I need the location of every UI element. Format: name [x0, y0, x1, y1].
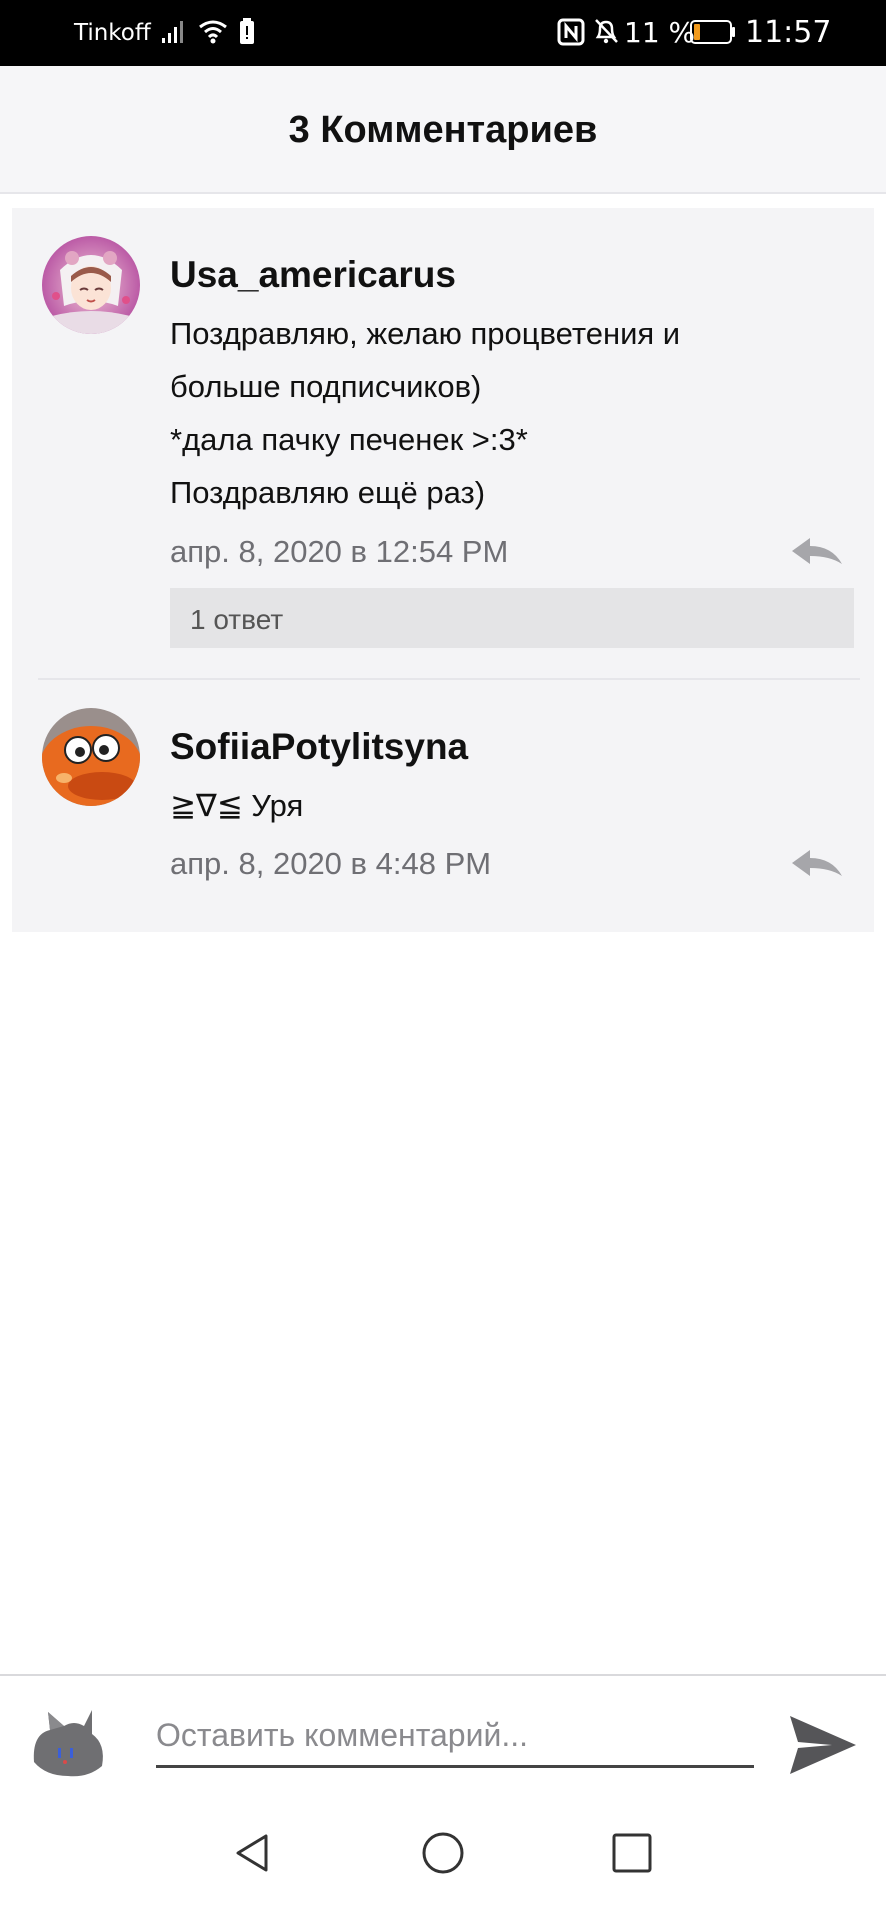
send-icon[interactable]: [786, 1710, 860, 1780]
reply-icon[interactable]: [790, 846, 844, 880]
battery-percent: 11 %: [624, 16, 696, 49]
clock: 11:57: [745, 15, 832, 50]
home-icon[interactable]: [418, 1828, 468, 1878]
comment-timestamp: апр. 8, 2020 в 12:54 PM: [170, 534, 509, 569]
recents-icon[interactable]: [607, 1828, 657, 1878]
comment-text-line: Поздравляю ещё раз): [170, 475, 486, 510]
carrier-name: Tinkoff: [74, 20, 151, 46]
avatar[interactable]: [42, 236, 140, 334]
status-bar: Tinkoff 11 % 11:57: [0, 0, 886, 66]
orange-cartoon-avatar-image: [42, 708, 140, 806]
bell-off-icon: [595, 19, 618, 44]
comment-text-line: больше подписчиков): [170, 369, 482, 404]
reply-icon[interactable]: [790, 534, 844, 568]
battery-icon: [690, 20, 735, 44]
grey-cat-avatar[interactable]: [28, 1704, 108, 1784]
comment-text-line: *дала пачку печенек >:3*: [170, 422, 528, 457]
comment-composer: [0, 1674, 886, 1798]
replies-toggle[interactable]: 1 ответ: [170, 588, 854, 648]
replies-count: 1 ответ: [190, 604, 284, 635]
comments-header: 3 Комментариев: [0, 66, 886, 194]
battery-saver-icon: [240, 18, 254, 44]
comment-list: Usa_americarus Поздравляю, желаю процвет…: [12, 208, 874, 932]
comment-timestamp: апр. 8, 2020 в 4:48 PM: [170, 846, 492, 881]
comment-author[interactable]: Usa_americarus: [170, 254, 456, 296]
comment-item: SofiiaPotylitsyna ≧∇≦ Уря апр. 8, 2020 в…: [12, 680, 874, 932]
comment-text-line: Поздравляю, желаю процветения и: [170, 316, 681, 351]
comment-text-line: ≧∇≦ Уря: [170, 788, 304, 823]
comment-author[interactable]: SofiiaPotylitsyna: [170, 726, 468, 768]
anime-girl-avatar-image: [42, 236, 140, 334]
wifi-icon: [199, 20, 227, 44]
system-nav-bar: [0, 1798, 886, 1920]
avatar[interactable]: [42, 708, 140, 806]
signal-icon: [162, 21, 183, 43]
comment-input[interactable]: [156, 1706, 754, 1768]
back-icon[interactable]: [228, 1828, 278, 1878]
nfc-icon: [557, 18, 585, 46]
comment-item: Usa_americarus Поздравляю, желаю процвет…: [12, 208, 874, 680]
page-title: 3 Комментариев: [288, 109, 598, 151]
